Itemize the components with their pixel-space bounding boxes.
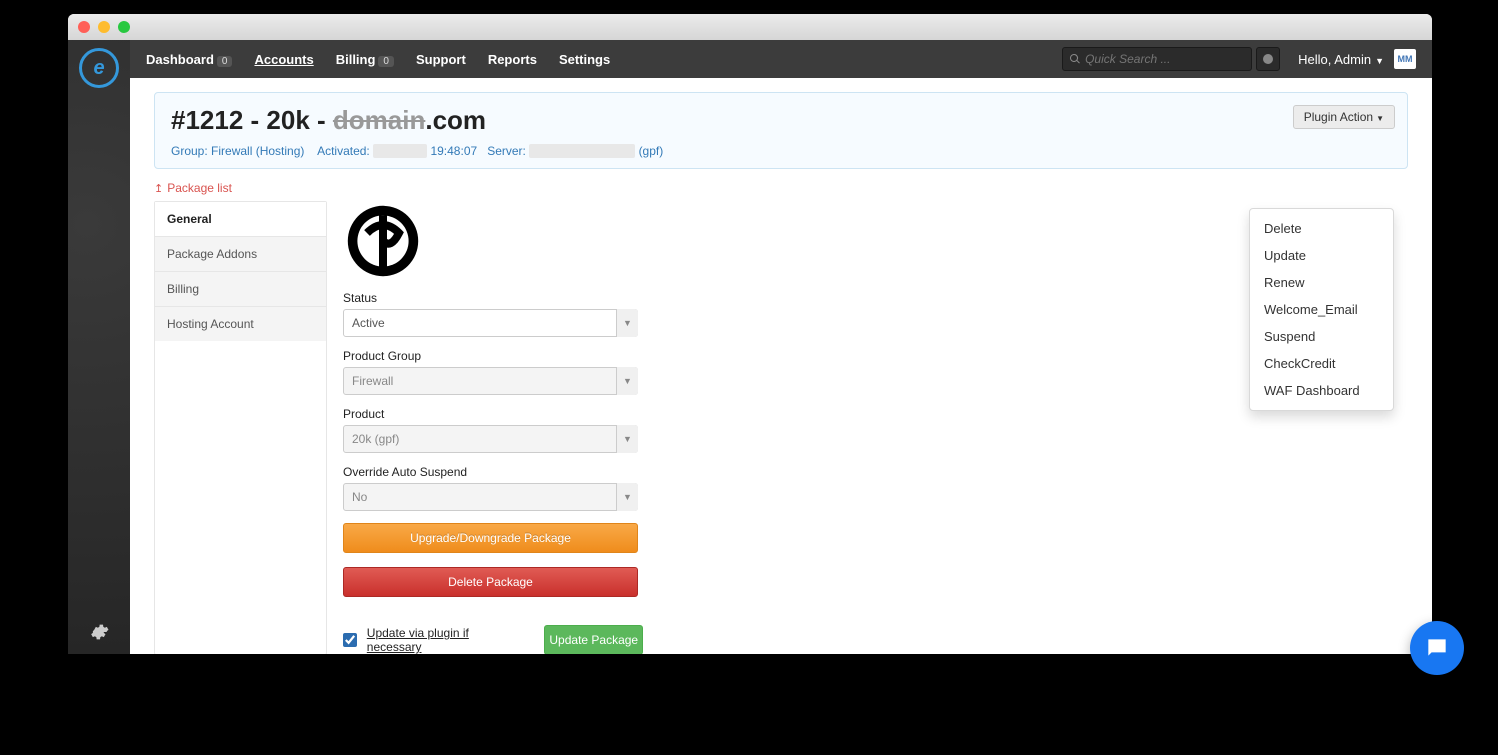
zoom-window-button[interactable] — [118, 21, 130, 33]
tab-billing[interactable]: Billing — [155, 272, 326, 307]
app-logo[interactable] — [79, 48, 119, 88]
back-to-packages[interactable]: ↥Package list — [154, 181, 1408, 195]
update-via-plugin-checkbox[interactable] — [343, 633, 357, 647]
status-label: Status — [343, 291, 643, 305]
plugin-action-dropdown: Delete Update Renew Welcome_Email Suspen… — [1249, 208, 1394, 411]
minimize-window-button[interactable] — [98, 21, 110, 33]
package-header: #1212 - 20k - domain.com Group: Firewall… — [154, 92, 1408, 169]
plugin-action-button[interactable]: Plugin Action▼ — [1293, 105, 1395, 129]
chevron-down-icon: ▼ — [616, 367, 638, 395]
chat-icon — [1424, 635, 1450, 661]
quick-search[interactable] — [1062, 47, 1252, 71]
nav-billing[interactable]: Billing0 — [336, 52, 394, 67]
close-window-button[interactable] — [78, 21, 90, 33]
update-package-button[interactable]: Update Package — [544, 625, 643, 654]
search-input[interactable] — [1085, 52, 1245, 66]
dropdown-update[interactable]: Update — [1250, 242, 1393, 269]
settings-gear-icon[interactable] — [89, 622, 109, 648]
upgrade-downgrade-button[interactable]: Upgrade/Downgrade Package — [343, 523, 638, 553]
chevron-down-icon: ▼ — [616, 425, 638, 453]
dropdown-waf-dashboard[interactable]: WAF Dashboard — [1250, 377, 1393, 404]
top-nav: Dashboard0 Accounts Billing0 Support Rep… — [130, 40, 1432, 78]
nav-reports[interactable]: Reports — [488, 52, 537, 67]
product-brand-logo — [343, 201, 423, 281]
nav-support[interactable]: Support — [416, 52, 466, 67]
search-scope-toggle[interactable] — [1256, 47, 1280, 71]
update-via-plugin-label[interactable]: Update via plugin if necessary — [367, 626, 525, 654]
app-window: Dashboard0 Accounts Billing0 Support Rep… — [68, 14, 1432, 654]
side-tabs: General Package Addons Billing Hosting A… — [154, 201, 327, 654]
product-select[interactable]: 20k (gpf) ▼ — [343, 425, 638, 453]
override-suspend-select[interactable]: No ▼ — [343, 483, 638, 511]
chevron-down-icon: ▼ — [616, 309, 638, 337]
chat-widget-button[interactable] — [1410, 621, 1464, 675]
dropdown-welcome-email[interactable]: Welcome_Email — [1250, 296, 1393, 323]
tab-general[interactable]: General — [155, 202, 326, 237]
package-meta: Group: Firewall (Hosting) Activated: 19:… — [171, 144, 1391, 158]
nav-settings[interactable]: Settings — [559, 52, 610, 67]
dropdown-delete[interactable]: Delete — [1250, 215, 1393, 242]
search-icon — [1069, 53, 1081, 65]
chevron-down-icon: ▼ — [616, 483, 638, 511]
product-label: Product — [343, 407, 643, 421]
window-titlebar — [68, 14, 1432, 40]
dropdown-suspend[interactable]: Suspend — [1250, 323, 1393, 350]
product-group-label: Product Group — [343, 349, 643, 363]
side-rail — [68, 40, 130, 654]
package-title: #1212 - 20k - domain.com — [171, 105, 1391, 136]
override-suspend-label: Override Auto Suspend — [343, 465, 643, 479]
user-menu[interactable]: Hello, Admin▼ — [1298, 52, 1384, 67]
tab-hosting[interactable]: Hosting Account — [155, 307, 326, 341]
tab-addons[interactable]: Package Addons — [155, 237, 326, 272]
group-link[interactable]: Firewall (Hosting) — [211, 144, 304, 158]
status-select[interactable]: Active ▼ — [343, 309, 638, 337]
delete-package-button[interactable]: Delete Package — [343, 567, 638, 597]
product-group-select[interactable]: Firewall ▼ — [343, 367, 638, 395]
dropdown-checkcredit[interactable]: CheckCredit — [1250, 350, 1393, 377]
nav-accounts[interactable]: Accounts — [254, 52, 313, 67]
mm-badge[interactable]: MM — [1394, 49, 1416, 69]
nav-dashboard[interactable]: Dashboard0 — [146, 52, 232, 67]
dropdown-renew[interactable]: Renew — [1250, 269, 1393, 296]
